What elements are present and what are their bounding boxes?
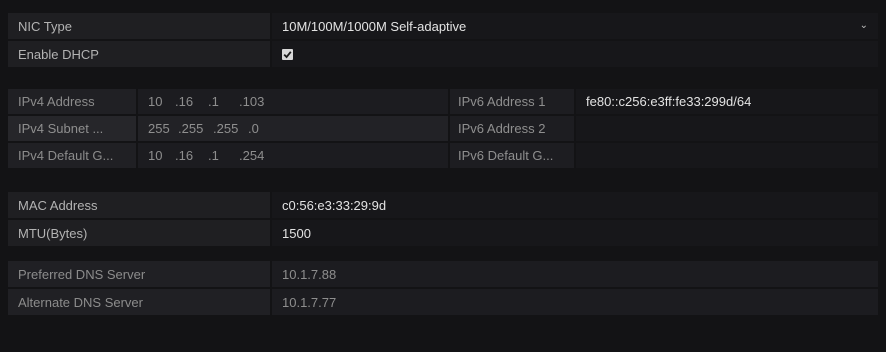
- ipv4-gateway-label: IPv4 Default G...: [8, 143, 136, 168]
- chevron-down-icon: ⌄: [859, 20, 868, 31]
- preferred-dns-input[interactable]: 10.1.7.88: [272, 261, 878, 287]
- nic-type-select[interactable]: 10M/100M/1000M Self-adaptive ⌄: [272, 13, 878, 39]
- ipv4-subnet-octet-3: .255: [213, 121, 239, 136]
- enable-dhcp-checkbox[interactable]: [282, 48, 293, 60]
- ipv4-gateway-octet-1: 10: [148, 148, 163, 163]
- ipv4-address-octet-1: 10: [148, 94, 163, 109]
- preferred-dns-label: Preferred DNS Server: [8, 261, 270, 287]
- nic-type-label: NIC Type: [8, 13, 270, 39]
- checkmark-icon: [283, 50, 292, 58]
- ipv4-address-octet-4: .103: [239, 94, 265, 109]
- ipv6-gateway-label: IPv6 Default G...: [450, 143, 574, 168]
- ipv4-subnet-label: IPv4 Subnet ...: [8, 116, 136, 141]
- enable-dhcp-cell: [272, 41, 878, 67]
- ipv4-gateway-octet-2: .16: [175, 148, 194, 163]
- ipv4-gateway-octet-4: .254: [239, 148, 265, 163]
- alternate-dns-label: Alternate DNS Server: [8, 289, 270, 315]
- mtu-label: MTU(Bytes): [8, 220, 270, 246]
- ipv4-address-input[interactable]: 10 .16 .1 .103: [138, 89, 448, 114]
- ipv4-address-octet-3: .1: [208, 94, 219, 109]
- alternate-dns-input[interactable]: 10.1.7.77: [272, 289, 878, 315]
- ipv4-subnet-octet-1: 255: [148, 121, 170, 136]
- ipv4-gateway-input[interactable]: 10 .16 .1 .254: [138, 143, 448, 168]
- ipv6-address-1-label: IPv6 Address 1: [450, 89, 574, 114]
- enable-dhcp-label: Enable DHCP: [8, 41, 270, 67]
- ipv4-subnet-octet-4: .0: [248, 121, 259, 136]
- ipv6-gateway-value: [576, 143, 878, 168]
- ipv6-address-2-value: [576, 116, 878, 141]
- ipv6-address-1-value: fe80::c256:e3ff:fe33:299d/64: [576, 89, 878, 114]
- ipv4-address-octet-2: .16: [175, 94, 194, 109]
- network-settings-panel: NIC Type 10M/100M/1000M Self-adaptive ⌄ …: [0, 0, 886, 352]
- mac-address-label: MAC Address: [8, 192, 270, 218]
- ipv4-gateway-octet-3: .1: [208, 148, 219, 163]
- ipv4-subnet-octet-2: .255: [178, 121, 204, 136]
- mtu-input[interactable]: 1500: [272, 220, 878, 246]
- nic-type-value: 10M/100M/1000M Self-adaptive: [282, 18, 467, 34]
- ipv6-address-2-label: IPv6 Address 2: [450, 116, 574, 141]
- mac-address-value: c0:56:e3:33:29:9d: [272, 192, 878, 218]
- ipv4-subnet-input[interactable]: 255 .255 .255 .0: [138, 116, 448, 141]
- ipv4-address-label: IPv4 Address: [8, 89, 136, 114]
